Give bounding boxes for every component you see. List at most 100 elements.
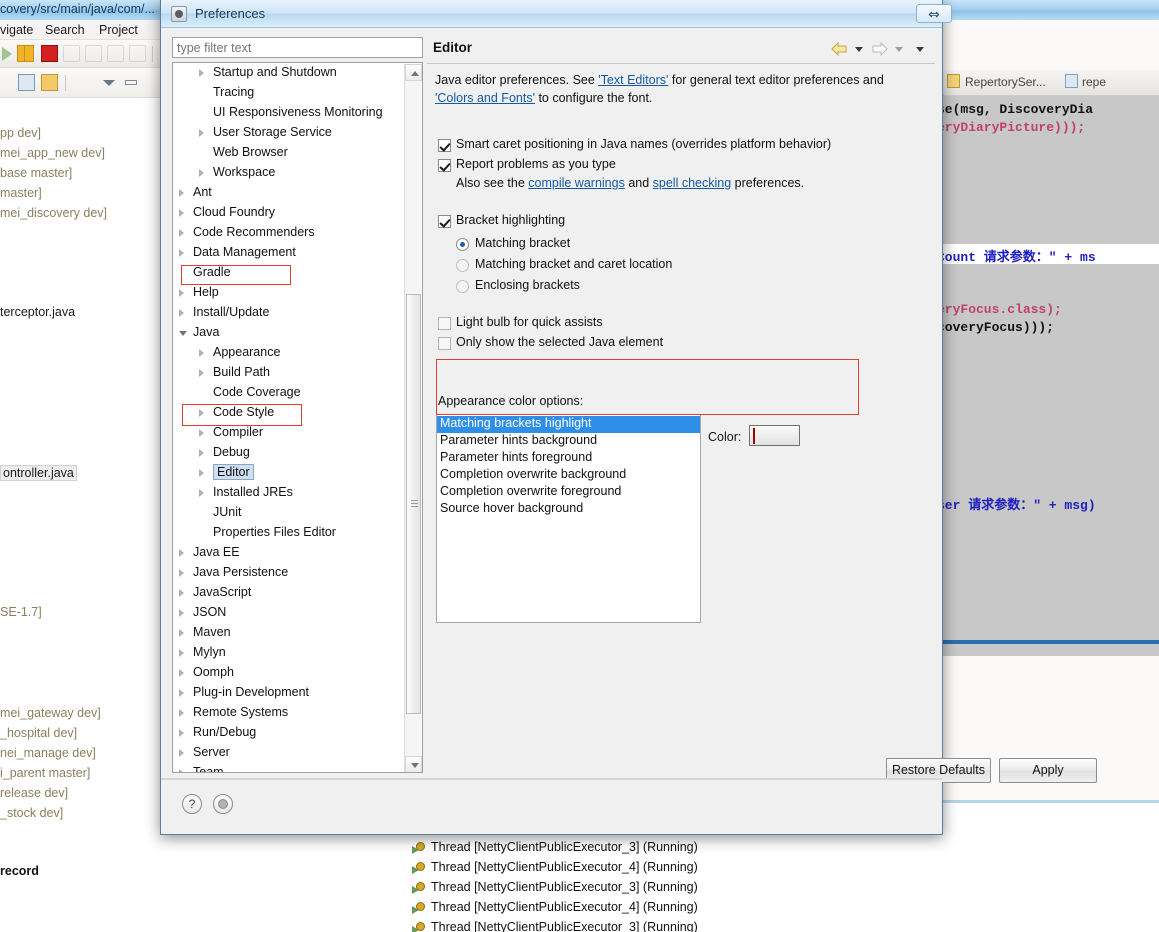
import-export-icon[interactable] (213, 794, 233, 814)
chevron-right-icon[interactable] (199, 489, 204, 497)
chevron-right-icon[interactable] (179, 709, 184, 717)
project-row[interactable]: release dev] (0, 786, 68, 800)
chevron-right-icon[interactable] (179, 229, 184, 237)
report-problems-checkbox[interactable] (438, 159, 451, 172)
chevron-right-icon[interactable] (179, 209, 184, 217)
ide-code-editor[interactable]: RepertorySer... repe se(msg, DiscoveryDi… (943, 20, 1159, 800)
filter-input-wrapper[interactable] (172, 37, 423, 58)
bracket-highlighting-checkbox[interactable] (438, 215, 451, 228)
search-input[interactable] (173, 38, 422, 57)
project-row[interactable]: i_parent master] (0, 766, 90, 780)
project-row[interactable]: master] (0, 186, 42, 200)
ide-debug-tree[interactable]: pp dev] mei_app_new dev] base master] ma… (0, 98, 165, 932)
pane-menu-chevron-down-icon[interactable] (916, 47, 924, 52)
project-row[interactable]: pp dev] (0, 126, 41, 140)
editor-tab-repe[interactable]: repe (1082, 75, 1106, 89)
chevron-right-icon[interactable] (179, 609, 184, 617)
step-over-icon[interactable] (107, 45, 124, 62)
smart-caret-checkbox[interactable] (438, 139, 451, 152)
color-options-listbox[interactable]: Matching brackets highlight Parameter hin… (436, 414, 701, 623)
chevron-right-icon[interactable] (179, 729, 184, 737)
chevron-right-icon[interactable] (179, 189, 184, 197)
collapse-all-icon[interactable] (18, 74, 35, 91)
radio-matching-bracket[interactable] (456, 238, 469, 251)
run-icon[interactable] (2, 47, 12, 61)
link-editor-icon[interactable] (41, 74, 58, 91)
back-history-chevron-down-icon[interactable] (855, 47, 863, 52)
color-option-item[interactable]: Matching brackets highlight (437, 416, 700, 433)
editor-tab-repertoryser[interactable]: RepertorySer... (965, 75, 1046, 89)
back-arrow-icon[interactable] (831, 42, 847, 56)
color-option-item[interactable]: Completion overwrite background (437, 467, 700, 484)
chevron-right-icon[interactable] (199, 369, 204, 377)
step-return-icon[interactable] (129, 45, 146, 62)
tree-scrollbar[interactable] (404, 64, 422, 772)
chevron-right-icon[interactable] (179, 569, 184, 577)
filters-icon[interactable] (75, 74, 92, 91)
scroll-down-arrow-icon[interactable] (405, 756, 422, 772)
color-option-item[interactable]: Parameter hints background (437, 433, 700, 450)
restore-window-button[interactable]: ⇔ (916, 4, 952, 23)
color-option-item[interactable]: Parameter hints foreground (437, 450, 700, 467)
chevron-right-icon[interactable] (179, 289, 184, 297)
chevron-right-icon[interactable] (179, 649, 184, 657)
chevron-right-icon[interactable] (179, 669, 184, 677)
text-editors-link[interactable]: 'Text Editors' (598, 73, 668, 87)
disconnect-icon[interactable] (63, 45, 80, 62)
tree-scroll-area[interactable]: Startup and Shutdown Tracing UI Responsive… (173, 63, 405, 772)
scroll-up-arrow-icon[interactable] (405, 64, 422, 81)
dialog-titlebar[interactable]: Preferences ⇔ (161, 0, 952, 28)
chevron-down-icon[interactable] (179, 331, 187, 336)
preferences-tree[interactable]: Startup and Shutdown Tracing UI Responsive… (172, 62, 423, 773)
chevron-right-icon[interactable] (179, 249, 184, 257)
apply-button[interactable]: Apply (999, 758, 1097, 783)
color-picker-button[interactable] (749, 425, 800, 446)
menu-search[interactable]: Search (45, 23, 85, 37)
chevron-right-icon[interactable] (199, 69, 204, 77)
terminate-icon[interactable] (41, 45, 58, 62)
project-row[interactable]: base master] (0, 166, 72, 180)
color-option-item[interactable]: Source hover background (437, 501, 700, 518)
forward-history-chevron-down-icon[interactable] (895, 47, 903, 52)
radio-enclosing-brackets[interactable] (456, 280, 469, 293)
menu-project[interactable]: Project (99, 23, 138, 37)
light-bulb-checkbox[interactable] (438, 317, 451, 330)
help-icon[interactable]: ? (182, 794, 202, 814)
color-option-item[interactable]: Completion overwrite foreground (437, 484, 700, 501)
chevron-right-icon[interactable] (179, 309, 184, 317)
suspend-icon[interactable] (17, 45, 34, 62)
chevron-right-icon[interactable] (199, 349, 204, 357)
chevron-right-icon[interactable] (179, 589, 184, 597)
radio-matching-bracket-and-caret[interactable] (456, 259, 469, 272)
chevron-right-icon[interactable] (199, 169, 204, 177)
only-selected-element-checkbox[interactable] (438, 337, 451, 350)
forward-arrow-icon[interactable] (871, 42, 888, 56)
view-menu-icon[interactable] (103, 80, 115, 86)
chevron-right-icon[interactable] (179, 629, 184, 637)
spell-checking-link[interactable]: spell checking (653, 176, 732, 190)
compile-warnings-link[interactable]: compile warnings (528, 176, 625, 190)
debug-thread-list[interactable]: Thread [NettyClientPublicExecutor_3] (Ru… (165, 830, 1159, 932)
project-row[interactable]: mei_app_new dev] (0, 146, 105, 160)
file-interceptor-label[interactable]: terceptor.java (0, 305, 75, 319)
chevron-right-icon[interactable] (179, 689, 184, 697)
project-row[interactable]: mei_discovery dev] (0, 206, 107, 220)
file-controller-label[interactable]: ontroller.java (0, 465, 77, 481)
chevron-right-icon[interactable] (179, 549, 184, 557)
chevron-right-icon[interactable] (199, 429, 204, 437)
project-row[interactable]: mei_gateway dev] (0, 706, 101, 720)
minimize-view-icon[interactable] (125, 80, 137, 85)
menu-navigate[interactable]: vigate (0, 23, 33, 37)
project-row[interactable]: nei_manage dev] (0, 746, 96, 760)
scrollbar-thumb[interactable] (406, 294, 421, 714)
project-row[interactable]: _hospital dev] (0, 726, 77, 740)
chevron-right-icon[interactable] (199, 409, 204, 417)
record-label[interactable]: record (0, 864, 39, 878)
code-text-area[interactable]: se(msg, DiscoveryDia eryDiaryPicture)));… (943, 96, 1159, 656)
project-row[interactable]: _stock dev] (0, 806, 63, 820)
chevron-right-icon[interactable] (179, 769, 184, 772)
step-into-icon[interactable] (85, 45, 102, 62)
chevron-right-icon[interactable] (199, 129, 204, 137)
colors-and-fonts-link[interactable]: 'Colors and Fonts' (435, 91, 535, 105)
chevron-right-icon[interactable] (199, 449, 204, 457)
